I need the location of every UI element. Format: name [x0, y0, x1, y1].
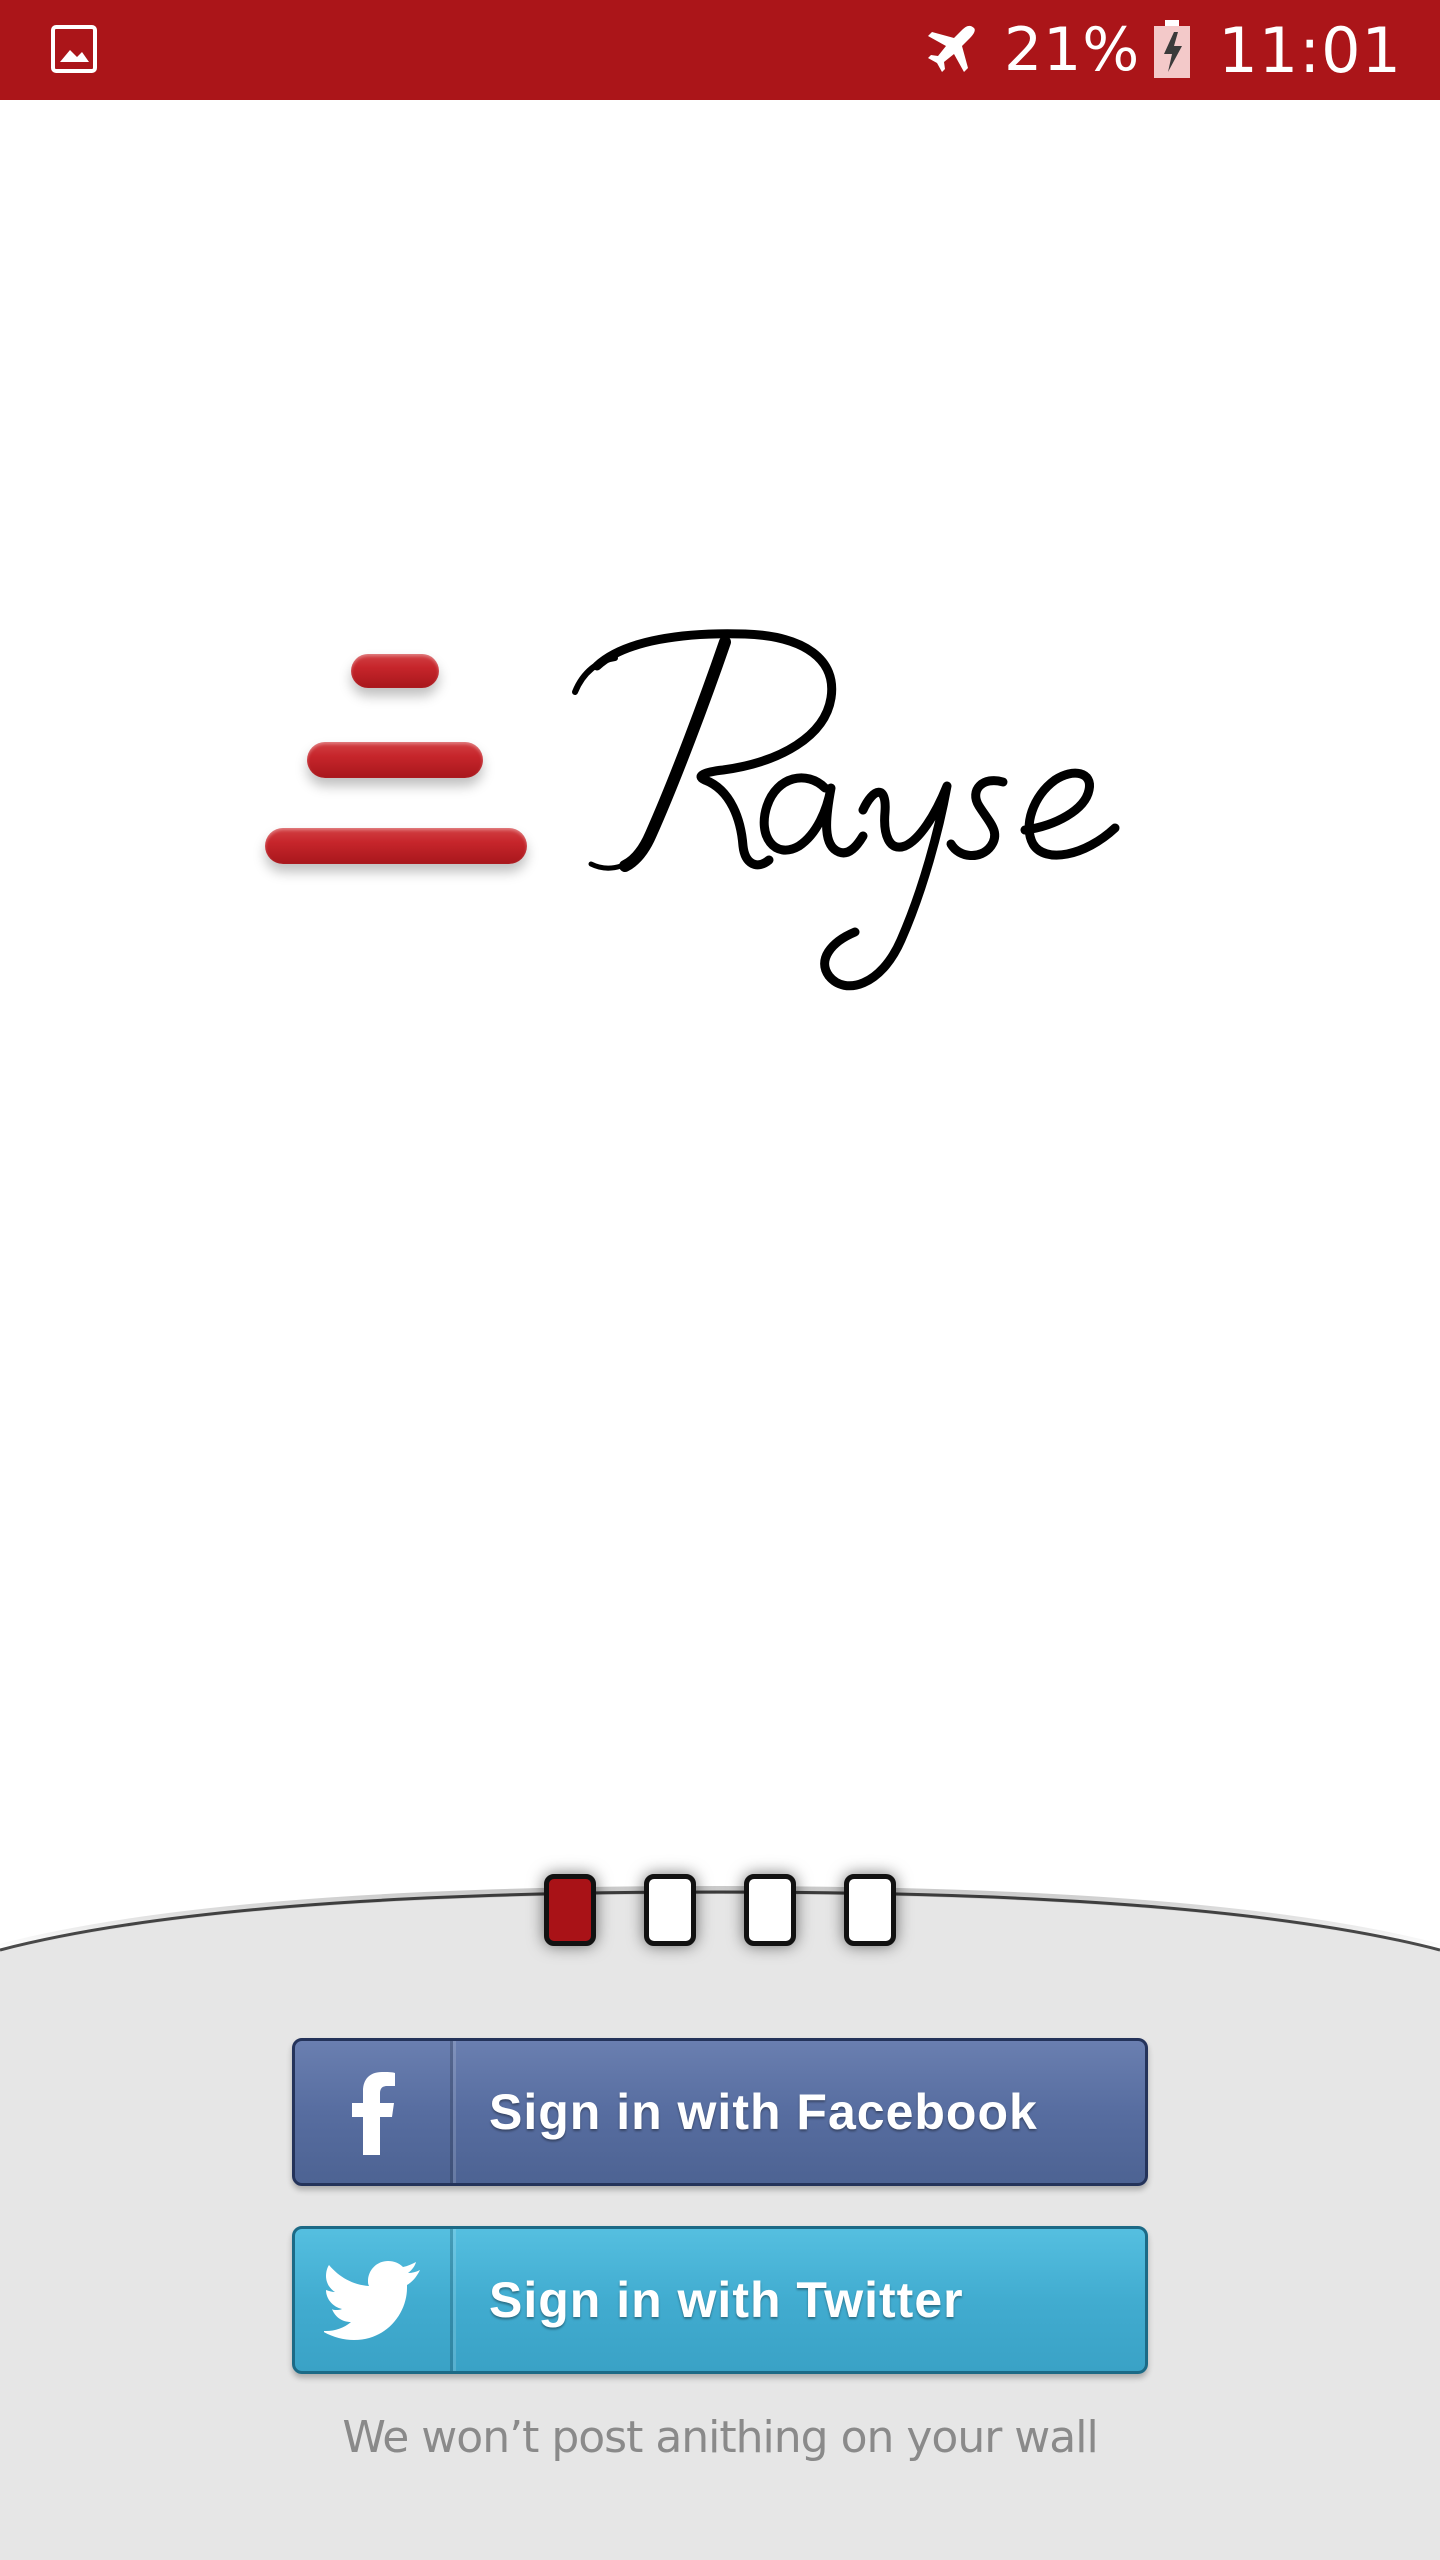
- page-dot-2[interactable]: [644, 1874, 696, 1946]
- facebook-icon: [351, 2072, 395, 2155]
- airplane-mode-icon: [927, 25, 975, 72]
- facebook-button-label: Sign in with Facebook: [489, 2084, 1038, 2140]
- twitter-signin-button[interactable]: Sign in with Twitter: [292, 2226, 1148, 2374]
- logo-bar-top: [351, 654, 439, 688]
- page-dot-3[interactable]: [744, 1874, 796, 1946]
- rayse-wordmark: [572, 629, 1120, 991]
- twitter-button-label: Sign in with Twitter: [489, 2272, 964, 2328]
- status-indicators: 21% 11:01: [924, 0, 1402, 100]
- logo-bar-bottom: [265, 828, 527, 864]
- page-dot-1[interactable]: [544, 1874, 596, 1946]
- twitter-icon-cell: [295, 2229, 453, 2371]
- app-logo: [255, 620, 1195, 1020]
- facebook-icon-cell: [295, 2041, 453, 2183]
- battery-percentage: 21%: [1003, 15, 1141, 85]
- page-dot-4[interactable]: [844, 1874, 896, 1946]
- battery-charging-icon: [1154, 20, 1191, 78]
- logo-bar-middle: [307, 742, 483, 778]
- twitter-bird-icon: [323, 2261, 420, 2340]
- privacy-disclaimer: We won’t post anithing on your wall: [342, 2412, 1098, 2463]
- gallery-notification-icon: [51, 25, 97, 73]
- status-bar: 21% 11:01: [0, 0, 1440, 100]
- facebook-signin-button[interactable]: Sign in with Facebook: [292, 2038, 1148, 2186]
- page-indicator: [0, 1874, 1440, 1948]
- clock: 11:01: [1218, 13, 1402, 87]
